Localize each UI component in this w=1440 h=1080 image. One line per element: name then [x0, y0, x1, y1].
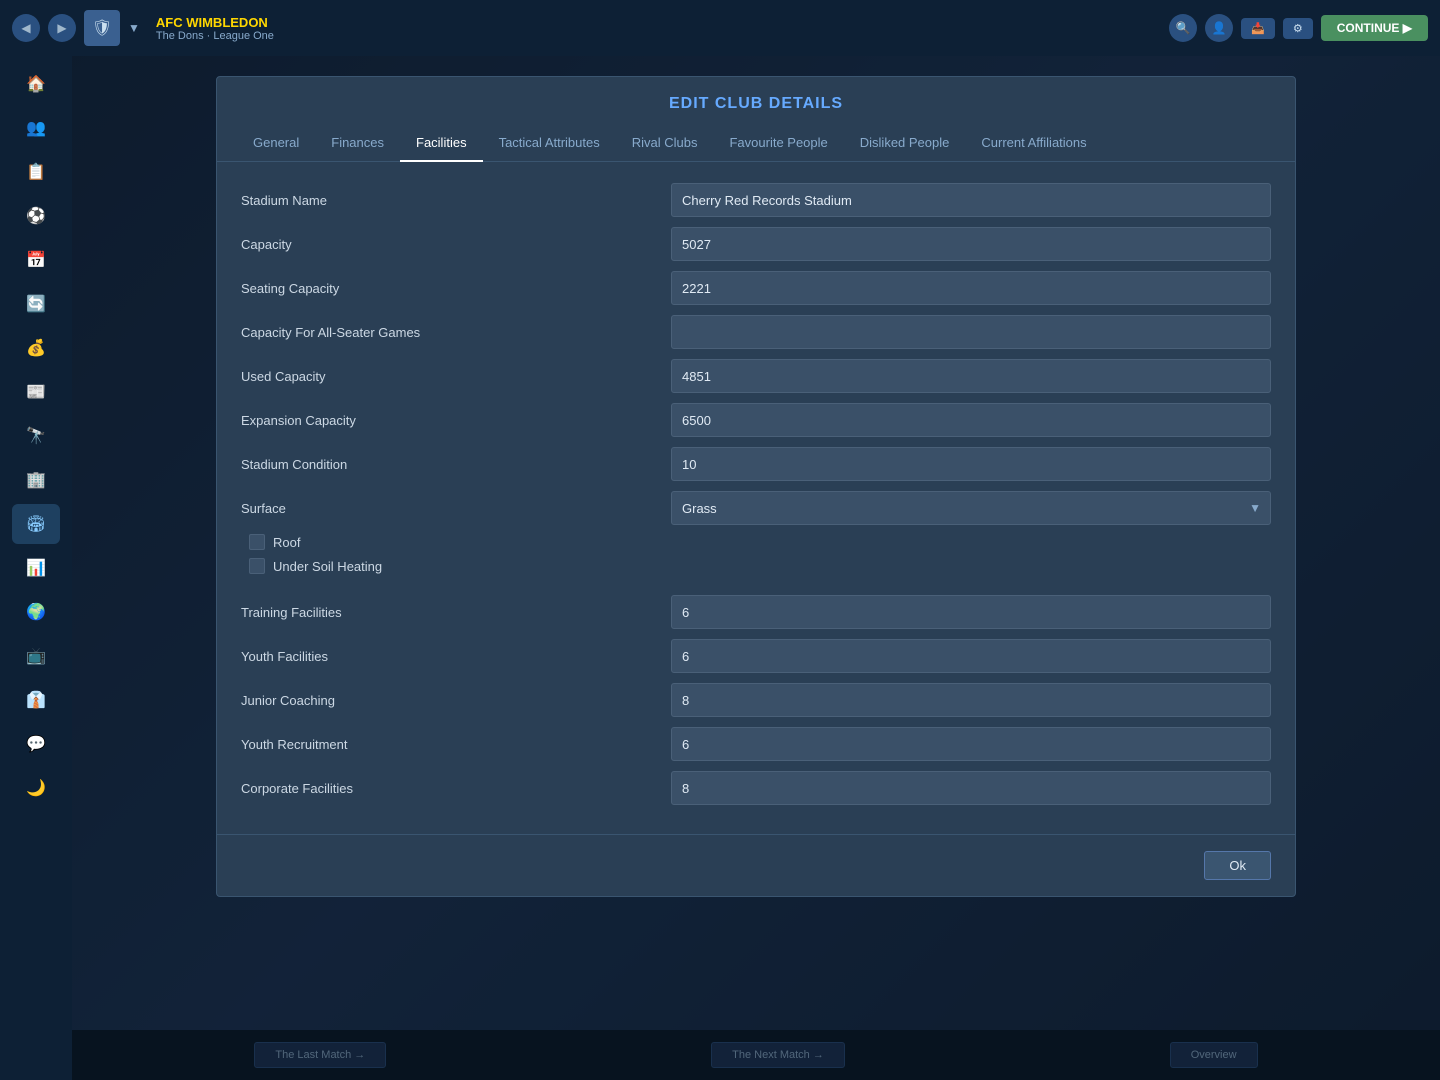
club-subtitle: The Dons · League One — [156, 30, 1161, 42]
tab-rival[interactable]: Rival Clubs — [616, 125, 714, 162]
sidebar-item-club[interactable]: 🏟 — [12, 504, 60, 544]
forward-icon[interactable]: ▶ — [48, 14, 76, 42]
sidebar-item-tactics[interactable]: 📋 — [12, 152, 60, 192]
stadium-condition-label: Stadium Condition — [241, 457, 671, 472]
sidebar-item-finances[interactable]: 💰 — [12, 328, 60, 368]
sidebar-item-stats[interactable]: 📊 — [12, 548, 60, 588]
expansion-capacity-row: Expansion Capacity — [241, 402, 1271, 438]
corporate-facilities-input[interactable] — [671, 771, 1271, 805]
form-content: Stadium Name Capacity Seating Capacity C… — [217, 162, 1295, 834]
modal-backdrop: EDIT CLUB DETAILS General Finances Facil… — [72, 56, 1440, 1080]
training-facilities-row: Training Facilities — [241, 594, 1271, 630]
sidebar-item-social[interactable]: 💬 — [12, 724, 60, 764]
surface-select[interactable]: Grass Artificial Hybrid — [671, 491, 1271, 525]
stadium-name-input[interactable] — [671, 183, 1271, 217]
junior-coaching-row: Junior Coaching — [241, 682, 1271, 718]
stadium-condition-row: Stadium Condition — [241, 446, 1271, 482]
surface-select-wrapper: Grass Artificial Hybrid ▼ — [671, 491, 1271, 525]
corporate-facilities-label: Corporate Facilities — [241, 781, 671, 796]
sidebar-item-media[interactable]: 📺 — [12, 636, 60, 676]
continue-button[interactable]: CONTINUE ▶ — [1321, 15, 1428, 41]
sidebar-item-scouting[interactable]: 🔭 — [12, 416, 60, 456]
modal-footer: Ok — [217, 834, 1295, 896]
club-name: AFC WIMBLEDON — [156, 15, 1161, 30]
capacity-input[interactable] — [671, 227, 1271, 261]
under-soil-heating-wrapper[interactable]: Under Soil Heating — [249, 558, 382, 574]
capacity-row: Capacity — [241, 226, 1271, 262]
capacity-all-seater-label: Capacity For All-Seater Games — [241, 325, 671, 340]
tab-finances[interactable]: Finances — [315, 125, 400, 162]
sidebar-item-matches[interactable]: 📅 — [12, 240, 60, 280]
surface-row: Surface Grass Artificial Hybrid ▼ — [241, 490, 1271, 526]
capacity-label: Capacity — [241, 237, 671, 252]
settings-btn[interactable]: ⚙ — [1283, 18, 1313, 39]
capacity-all-seater-row: Capacity For All-Seater Games — [241, 314, 1271, 350]
stadium-name-row: Stadium Name — [241, 182, 1271, 218]
inbox-btn[interactable]: 📥 — [1241, 18, 1275, 39]
seating-capacity-label: Seating Capacity — [241, 281, 671, 296]
roof-checkbox-wrapper[interactable]: Roof — [249, 534, 300, 550]
tab-disliked[interactable]: Disliked People — [844, 125, 966, 162]
surface-label: Surface — [241, 501, 671, 516]
corporate-facilities-row: Corporate Facilities — [241, 770, 1271, 806]
youth-recruitment-input[interactable] — [671, 727, 1271, 761]
seating-capacity-input[interactable] — [671, 271, 1271, 305]
tab-affiliations[interactable]: Current Affiliations — [965, 125, 1102, 162]
youth-recruitment-row: Youth Recruitment — [241, 726, 1271, 762]
youth-facilities-label: Youth Facilities — [241, 649, 671, 664]
sidebar-item-staff[interactable]: 👔 — [12, 680, 60, 720]
club-info: AFC WIMBLEDON The Dons · League One — [156, 15, 1161, 42]
stadium-name-label: Stadium Name — [241, 193, 671, 208]
roof-checkbox[interactable] — [249, 534, 265, 550]
sidebar-item-news[interactable]: 📰 — [12, 372, 60, 412]
club-badge: 🛡 — [84, 10, 120, 46]
tab-facilities[interactable]: Facilities — [400, 125, 483, 162]
club-toggle-icon: ▼ — [128, 21, 140, 35]
sidebar-item-home[interactable]: 🏠 — [12, 64, 60, 104]
capacity-all-seater-input[interactable] — [671, 315, 1271, 349]
used-capacity-label: Used Capacity — [241, 369, 671, 384]
expansion-capacity-label: Expansion Capacity — [241, 413, 671, 428]
youth-facilities-input[interactable] — [671, 639, 1271, 673]
tab-tactical[interactable]: Tactical Attributes — [483, 125, 616, 162]
sidebar-item-training[interactable]: ⚽ — [12, 196, 60, 236]
tab-general[interactable]: General — [237, 125, 315, 162]
search-icon[interactable]: 🔍 — [1169, 14, 1197, 42]
top-bar: ◀ ▶ 🛡 ▼ AFC WIMBLEDON The Dons · League … — [0, 0, 1440, 56]
sidebar: 🏠 👥 📋 ⚽ 📅 🔄 💰 📰 🔭 🏢 🏟 📊 🌍 📺 👔 💬 🌙 — [0, 56, 72, 1080]
sidebar-item-squad[interactable]: 👥 — [12, 108, 60, 148]
stadium-condition-input[interactable] — [671, 447, 1271, 481]
training-facilities-label: Training Facilities — [241, 605, 671, 620]
top-bar-right: 🔍 👤 📥 ⚙ CONTINUE ▶ — [1169, 14, 1428, 42]
sidebar-item-world[interactable]: 🌍 — [12, 592, 60, 632]
expansion-capacity-input[interactable] — [671, 403, 1271, 437]
under-soil-heating-checkbox[interactable] — [249, 558, 265, 574]
sidebar-item-transfers[interactable]: 🔄 — [12, 284, 60, 324]
youth-recruitment-label: Youth Recruitment — [241, 737, 671, 752]
modal-title: EDIT CLUB DETAILS — [217, 77, 1295, 125]
under-soil-heating-row: Under Soil Heating — [241, 558, 1271, 574]
tab-favourite[interactable]: Favourite People — [713, 125, 843, 162]
junior-coaching-label: Junior Coaching — [241, 693, 671, 708]
roof-row: Roof — [241, 534, 1271, 550]
section-divider — [241, 582, 1271, 594]
youth-facilities-row: Youth Facilities — [241, 638, 1271, 674]
sidebar-item-night[interactable]: 🌙 — [12, 768, 60, 808]
used-capacity-row: Used Capacity — [241, 358, 1271, 394]
under-soil-heating-label: Under Soil Heating — [273, 559, 382, 574]
edit-club-modal: EDIT CLUB DETAILS General Finances Facil… — [216, 76, 1296, 897]
tab-bar: General Finances Facilities Tactical Att… — [217, 125, 1295, 162]
training-facilities-input[interactable] — [671, 595, 1271, 629]
roof-label: Roof — [273, 535, 300, 550]
sidebar-item-board[interactable]: 🏢 — [12, 460, 60, 500]
used-capacity-input[interactable] — [671, 359, 1271, 393]
junior-coaching-input[interactable] — [671, 683, 1271, 717]
back-icon[interactable]: ◀ — [12, 14, 40, 42]
ok-button[interactable]: Ok — [1204, 851, 1271, 880]
user-icon[interactable]: 👤 — [1205, 14, 1233, 42]
seating-capacity-row: Seating Capacity — [241, 270, 1271, 306]
